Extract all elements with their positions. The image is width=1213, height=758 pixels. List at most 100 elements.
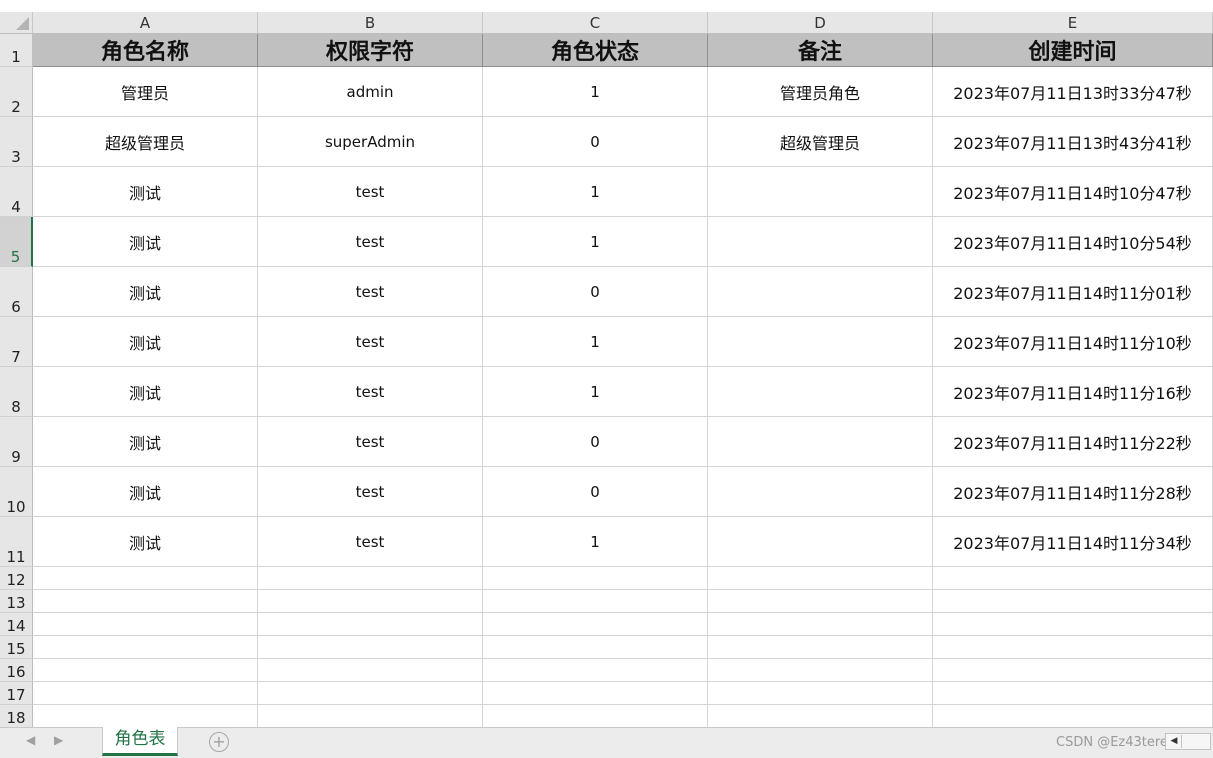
- empty-cell[interactable]: [483, 705, 708, 727]
- row-header-4[interactable]: 4: [0, 167, 33, 217]
- table-cell[interactable]: 0: [483, 267, 708, 317]
- column-header-c[interactable]: C: [483, 12, 708, 34]
- empty-cell[interactable]: [483, 682, 708, 705]
- table-cell[interactable]: 2023年07月11日14时11分10秒: [933, 317, 1213, 367]
- table-cell[interactable]: test: [258, 417, 483, 467]
- empty-cell[interactable]: [258, 590, 483, 613]
- empty-cell[interactable]: [33, 682, 258, 705]
- empty-cell[interactable]: [33, 659, 258, 682]
- column-header-b[interactable]: B: [258, 12, 483, 34]
- table-cell[interactable]: test: [258, 317, 483, 367]
- table-cell[interactable]: 测试: [33, 317, 258, 367]
- table-cell[interactable]: [708, 317, 933, 367]
- table-cell[interactable]: [708, 217, 933, 267]
- empty-cell[interactable]: [33, 705, 258, 727]
- empty-cell[interactable]: [933, 613, 1213, 636]
- empty-cell[interactable]: [33, 567, 258, 590]
- empty-cell[interactable]: [483, 567, 708, 590]
- row-header-6[interactable]: 6: [0, 267, 33, 317]
- empty-cell[interactable]: [483, 636, 708, 659]
- table-cell[interactable]: test: [258, 167, 483, 217]
- table-cell[interactable]: 1: [483, 167, 708, 217]
- table-cell[interactable]: [708, 267, 933, 317]
- row-header-3[interactable]: 3: [0, 117, 33, 167]
- empty-cell[interactable]: [483, 613, 708, 636]
- empty-cell[interactable]: [258, 567, 483, 590]
- table-header-cell[interactable]: 权限字符: [258, 34, 483, 67]
- table-cell[interactable]: test: [258, 217, 483, 267]
- add-sheet-icon[interactable]: +: [209, 732, 229, 752]
- table-cell[interactable]: [708, 417, 933, 467]
- table-cell[interactable]: test: [258, 517, 483, 567]
- empty-cell[interactable]: [708, 659, 933, 682]
- table-cell[interactable]: 1: [483, 67, 708, 117]
- table-cell[interactable]: [708, 517, 933, 567]
- table-cell[interactable]: 2023年07月11日14时11分28秒: [933, 467, 1213, 517]
- table-cell[interactable]: 2023年07月11日14时11分34秒: [933, 517, 1213, 567]
- empty-cell[interactable]: [708, 613, 933, 636]
- row-header-14[interactable]: 14: [0, 613, 33, 636]
- table-header-cell[interactable]: 角色状态: [483, 34, 708, 67]
- empty-cell[interactable]: [258, 636, 483, 659]
- table-cell[interactable]: 测试: [33, 517, 258, 567]
- table-cell[interactable]: 0: [483, 467, 708, 517]
- empty-cell[interactable]: [708, 590, 933, 613]
- empty-cell[interactable]: [933, 682, 1213, 705]
- empty-cell[interactable]: [33, 636, 258, 659]
- table-cell[interactable]: 管理员: [33, 67, 258, 117]
- table-cell[interactable]: 1: [483, 517, 708, 567]
- select-all-corner[interactable]: [0, 12, 33, 34]
- nav-prev-icon[interactable]: ◀: [26, 733, 35, 747]
- table-cell[interactable]: 2023年07月11日14时10分54秒: [933, 217, 1213, 267]
- empty-cell[interactable]: [258, 659, 483, 682]
- table-cell[interactable]: 测试: [33, 417, 258, 467]
- row-header-8[interactable]: 8: [0, 367, 33, 417]
- row-header-12[interactable]: 12: [0, 567, 33, 590]
- row-header-10[interactable]: 10: [0, 467, 33, 517]
- row-header-18[interactable]: 18: [0, 705, 33, 727]
- scroll-left-icon[interactable]: ◀: [1167, 735, 1182, 748]
- table-cell[interactable]: 0: [483, 417, 708, 467]
- nav-next-icon[interactable]: ▶: [54, 733, 63, 747]
- spreadsheet-grid[interactable]: A B C D E 1 2 3 4 5 6 7 8 9 10 11 12 13 14 15 16 17 18 角色名称 权限字符…: [0, 0, 1213, 727]
- table-cell[interactable]: [708, 367, 933, 417]
- empty-cell[interactable]: [33, 613, 258, 636]
- table-cell[interactable]: 0: [483, 117, 708, 167]
- table-cell[interactable]: 超级管理员: [708, 117, 933, 167]
- table-cell[interactable]: test: [258, 367, 483, 417]
- table-cell[interactable]: 测试: [33, 167, 258, 217]
- table-cell[interactable]: 2023年07月11日13时43分41秒: [933, 117, 1213, 167]
- table-cell[interactable]: admin: [258, 67, 483, 117]
- table-cell[interactable]: 测试: [33, 217, 258, 267]
- table-cell[interactable]: 2023年07月11日14时11分22秒: [933, 417, 1213, 467]
- table-header-cell[interactable]: 备注: [708, 34, 933, 67]
- horizontal-scrollbar[interactable]: ◀: [1165, 733, 1211, 750]
- empty-cell[interactable]: [933, 636, 1213, 659]
- empty-cell[interactable]: [258, 613, 483, 636]
- table-cell[interactable]: 测试: [33, 467, 258, 517]
- table-cell[interactable]: 测试: [33, 267, 258, 317]
- table-header-cell[interactable]: 创建时间: [933, 34, 1213, 67]
- empty-cell[interactable]: [933, 705, 1213, 727]
- row-header-17[interactable]: 17: [0, 682, 33, 705]
- empty-cell[interactable]: [708, 682, 933, 705]
- row-header-11[interactable]: 11: [0, 517, 33, 567]
- empty-cell[interactable]: [483, 659, 708, 682]
- empty-cell[interactable]: [708, 567, 933, 590]
- table-cell[interactable]: 2023年07月11日14时11分16秒: [933, 367, 1213, 417]
- empty-cell[interactable]: [933, 590, 1213, 613]
- column-header-a[interactable]: A: [33, 12, 258, 34]
- table-cell[interactable]: 测试: [33, 367, 258, 417]
- row-header-5[interactable]: 5: [0, 217, 33, 267]
- table-cell[interactable]: 1: [483, 367, 708, 417]
- table-cell[interactable]: 2023年07月11日14时11分01秒: [933, 267, 1213, 317]
- row-header-15[interactable]: 15: [0, 636, 33, 659]
- table-cell[interactable]: 2023年07月11日14时10分47秒: [933, 167, 1213, 217]
- table-cell[interactable]: [708, 167, 933, 217]
- table-cell[interactable]: superAdmin: [258, 117, 483, 167]
- row-header-9[interactable]: 9: [0, 417, 33, 467]
- sheet-tab-active[interactable]: 角色表: [102, 727, 178, 756]
- table-cell[interactable]: [708, 467, 933, 517]
- table-cell[interactable]: 2023年07月11日13时33分47秒: [933, 67, 1213, 117]
- table-cell[interactable]: test: [258, 467, 483, 517]
